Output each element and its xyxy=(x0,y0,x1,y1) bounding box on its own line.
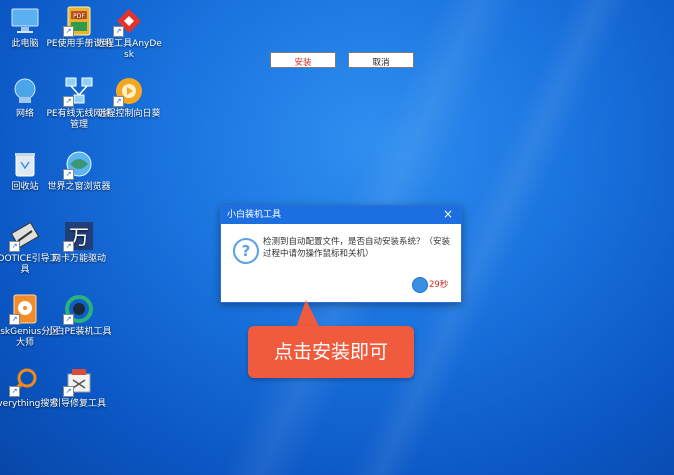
instruction-callout: 点击安装即可 xyxy=(248,326,414,378)
cancel-button[interactable]: 取消 xyxy=(348,52,414,68)
desktop-icon-boot-repair[interactable]: ↗ 引导修复工具 xyxy=(44,365,114,410)
wan-icon: 万 ↗ xyxy=(63,220,95,252)
desktop-icon-label: 小白PE装机工具 xyxy=(46,327,112,337)
installer-icon: ↗ xyxy=(63,293,95,325)
desktop-icon-label: 远程控制向日葵 xyxy=(97,109,161,119)
network-manager-icon: ↗ xyxy=(63,75,95,107)
shortcut-arrow-icon: ↗ xyxy=(9,241,20,252)
shortcut-arrow-icon: ↗ xyxy=(63,96,74,107)
desktop-icon-label: 世界之窗浏览器 xyxy=(47,182,111,192)
countdown-label: 29秒 xyxy=(429,280,449,290)
shortcut-arrow-icon: ↗ xyxy=(9,314,20,325)
repair-icon: ↗ xyxy=(63,365,95,397)
pdf-icon: PDF ↗ xyxy=(63,5,95,37)
shortcut-arrow-icon: ↗ xyxy=(63,26,74,37)
svg-text:PDF: PDF xyxy=(73,13,85,20)
shortcut-arrow-icon: ↗ xyxy=(9,386,20,397)
desktop-icon-label: 远程工具AnyDesk xyxy=(96,39,162,60)
dialog-message: 检测到自动配置文件，是否自动安装系统？（安装过程中请勿操作鼠标和关机） xyxy=(263,237,451,259)
computer-icon xyxy=(9,5,41,37)
shortcut-arrow-icon: ↗ xyxy=(63,241,74,252)
close-icon[interactable]: × xyxy=(441,206,455,224)
desktop-icon-xiaobai-installer[interactable]: ↗ 小白PE装机工具 xyxy=(44,293,114,338)
shortcut-arrow-icon: ↗ xyxy=(113,26,124,37)
anydesk-icon: ↗ xyxy=(113,5,145,37)
desktop-icon-label: 网卡万能驱动 xyxy=(51,254,106,264)
desktop-icon-driver[interactable]: 万 ↗ 网卡万能驱动 xyxy=(44,220,114,265)
bootice-icon: ↗ xyxy=(9,220,41,252)
dialog-title: 小白装机工具 xyxy=(227,210,282,220)
sunflower-icon: ↗ xyxy=(113,75,145,107)
callout-pointer xyxy=(296,300,320,328)
shortcut-arrow-icon: ↗ xyxy=(63,386,74,397)
install-button[interactable]: 安装 xyxy=(270,52,336,68)
search-icon: ↗ xyxy=(9,365,41,397)
shortcut-arrow-icon: ↗ xyxy=(63,314,74,325)
shortcut-arrow-icon: ↗ xyxy=(113,96,124,107)
desktop-icon-remote-assist[interactable]: ↗ 远程控制向日葵 xyxy=(94,75,164,120)
diskgenius-icon: ↗ xyxy=(9,293,41,325)
question-icon: ? xyxy=(233,238,259,264)
shortcut-arrow-icon: ↗ xyxy=(63,169,74,180)
desktop-icon-browser[interactable]: ↗ 世界之窗浏览器 xyxy=(44,148,114,193)
globe-icon: ↗ xyxy=(63,148,95,180)
dialog-titlebar: 小白装机工具 × xyxy=(221,206,461,224)
network-icon xyxy=(9,75,41,107)
recycle-bin-icon xyxy=(9,148,41,180)
desktop-icon-label: 引导修复工具 xyxy=(51,399,106,409)
timer-icon xyxy=(412,277,428,293)
desktop-icon-anydesk[interactable]: ↗ 远程工具AnyDesk xyxy=(94,5,164,61)
